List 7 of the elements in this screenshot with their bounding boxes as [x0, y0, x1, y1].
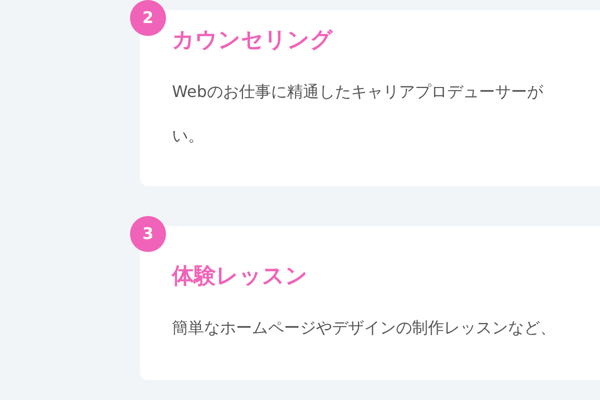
step-number: 2 [130, 0, 166, 36]
step-title: 体験レッスン [172, 263, 309, 291]
step-description: い。 [172, 125, 204, 147]
step-description: Webのお仕事に精通したキャリアプロデューサーが [172, 81, 543, 103]
step-title: カウンセリング [172, 27, 334, 55]
step-number: 3 [130, 216, 166, 252]
step-description: 簡単なホームページやデザインの制作レッスンなど、 [172, 317, 556, 339]
